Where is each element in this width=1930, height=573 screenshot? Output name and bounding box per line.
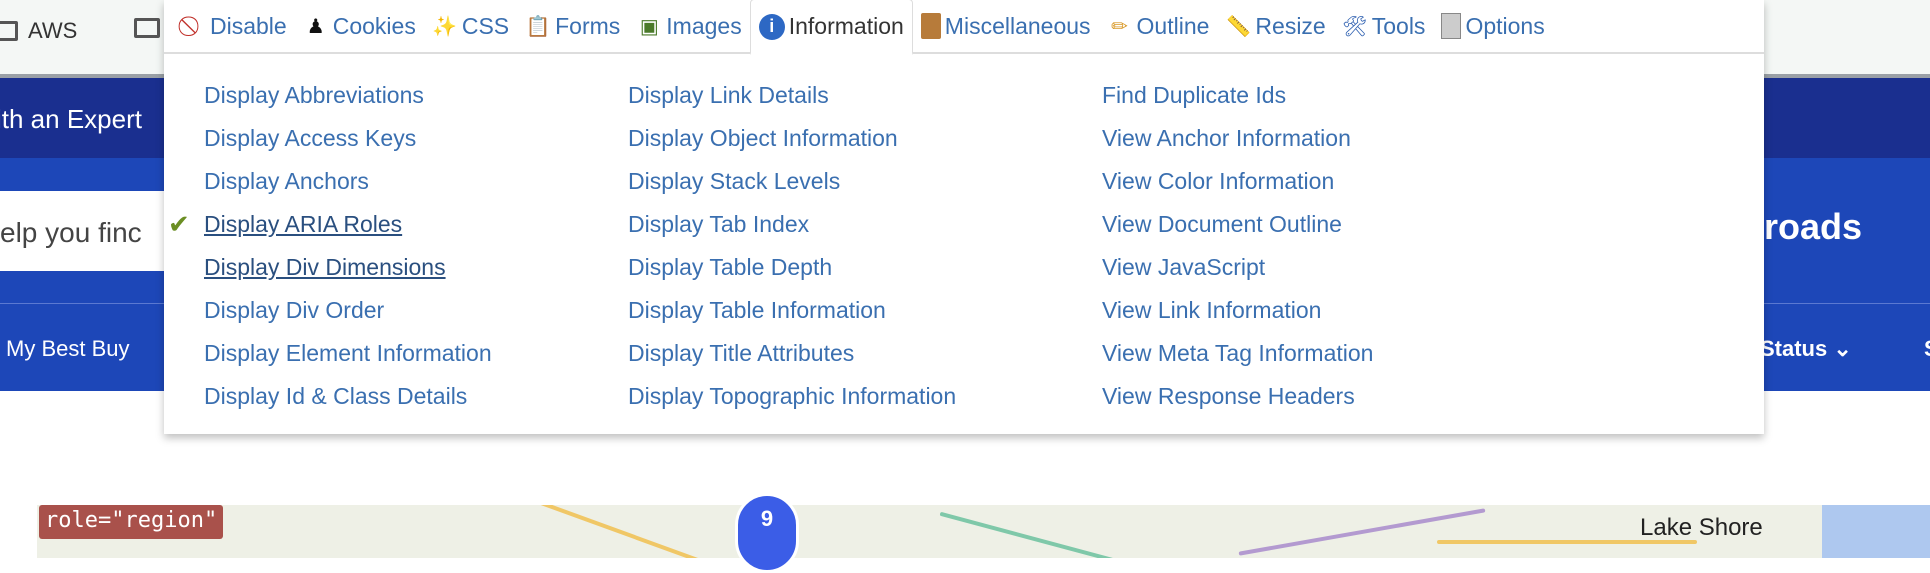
- info-icon: i: [758, 13, 785, 40]
- folder-icon: [0, 21, 18, 41]
- menu-column: Find Duplicate Ids View Anchor Informatio…: [1102, 78, 1373, 422]
- map-road: [1238, 508, 1486, 556]
- menu-item[interactable]: Display Anchors: [204, 164, 492, 207]
- tab-label: Disable: [210, 12, 287, 39]
- menu-item[interactable]: Display Abbreviations: [204, 78, 492, 121]
- menu-item[interactable]: Display Tab Index: [628, 207, 956, 250]
- menu-item[interactable]: Display Table Depth: [628, 250, 956, 293]
- image-icon: ▣: [639, 15, 659, 38]
- menu-item[interactable]: Display Element Information: [204, 336, 492, 379]
- menu-item[interactable]: Display Title Attributes: [628, 336, 956, 379]
- tab-label: Outline: [1136, 12, 1210, 39]
- map-road: [512, 505, 702, 558]
- map-road: [939, 511, 1115, 558]
- tab-css[interactable]: ✨ CSS: [424, 0, 517, 53]
- folder-icon: [134, 18, 160, 38]
- tab-label: Resize: [1255, 12, 1326, 39]
- menu-item[interactable]: Display Link Details: [628, 78, 956, 121]
- bookmark-label: AWS: [28, 18, 78, 43]
- nav-item-cut[interactable]: S: [1924, 336, 1930, 362]
- tab-label: Options: [1465, 12, 1545, 39]
- nav-my-best-buy[interactable]: My Best Buy: [6, 336, 129, 362]
- menu-item[interactable]: ✔ Display ARIA Roles: [168, 207, 492, 250]
- tab-resize[interactable]: 📏 Resize: [1217, 0, 1333, 53]
- tools-icon: 🛠: [1342, 15, 1368, 38]
- menu-item[interactable]: View Color Information: [1102, 164, 1373, 207]
- bookmark-aws[interactable]: AWS: [0, 18, 77, 44]
- menu-item[interactable]: Display Object Information: [628, 121, 956, 164]
- clipboard-icon: 📋: [525, 15, 551, 38]
- web-developer-toolbar-menu: ⃠Disable ♟ Cookies ✨CSS 📋Forms ▣ Images iI…: [164, 0, 1764, 434]
- toolbar-tabs: ⃠Disable ♟ Cookies ✨CSS 📋Forms ▣ Images iI…: [164, 0, 1764, 55]
- tab-label: Forms: [555, 12, 621, 39]
- pencil-icon: ✏: [1111, 15, 1128, 38]
- disable-icon: ⃠: [180, 13, 206, 39]
- tab-information[interactable]: i Information: [749, 0, 913, 55]
- banner-link[interactable]: ith an Expert: [0, 104, 142, 135]
- cookies-icon: ♟: [306, 15, 325, 38]
- menu-item[interactable]: View Meta Tag Information: [1102, 336, 1373, 379]
- menu-item[interactable]: Display Id & Class Details: [204, 379, 492, 422]
- tab-label: Miscellaneous: [944, 12, 1091, 39]
- menu-item[interactable]: View JavaScript: [1102, 250, 1373, 293]
- bookmark-folder[interactable]: [134, 18, 160, 38]
- tab-disable[interactable]: ⃠Disable: [172, 0, 295, 53]
- header-heading: roads: [1764, 206, 1863, 247]
- menu-column: Display Link Details Display Object Infor…: [628, 78, 956, 422]
- menu-item[interactable]: Find Duplicate Ids: [1102, 78, 1373, 121]
- css-wand-icon: ✨: [432, 15, 458, 38]
- menu-item[interactable]: View Link Information: [1102, 293, 1373, 336]
- tab-label: Images: [666, 12, 742, 39]
- tab-images[interactable]: ▣ Images: [628, 0, 749, 53]
- map-cluster-marker[interactable]: 9: [735, 493, 799, 573]
- menu-item[interactable]: Display Div Order: [204, 293, 492, 336]
- tab-outline[interactable]: ✏ Outline: [1099, 0, 1218, 53]
- tab-label: Tools: [1371, 12, 1426, 39]
- aria-role-label: role="region": [39, 505, 224, 539]
- checkmark-icon: ✔: [168, 209, 190, 239]
- map-water: [1822, 505, 1930, 558]
- tab-tools[interactable]: 🛠 Tools: [1334, 0, 1434, 53]
- menu-item[interactable]: Display Stack Levels: [628, 164, 956, 207]
- menu-item[interactable]: View Document Outline: [1102, 207, 1373, 250]
- menu-item[interactable]: View Response Headers: [1102, 379, 1373, 422]
- tab-options[interactable]: Options: [1433, 0, 1552, 53]
- menu-item[interactable]: Display Div Dimensions: [204, 250, 492, 293]
- tab-label: CSS: [461, 12, 510, 39]
- menu-item[interactable]: Display Table Information: [628, 293, 956, 336]
- search-text: elp you finc: [0, 217, 142, 248]
- menu-item[interactable]: Display Topographic Information: [628, 379, 956, 422]
- switch-icon: [1441, 13, 1462, 39]
- tab-label: Cookies: [332, 12, 416, 39]
- nav-status[interactable]: Status ⌄: [1760, 336, 1852, 362]
- tab-label: Information: [788, 13, 904, 39]
- menu-column: Display Abbreviations Display Access Keys…: [168, 78, 492, 422]
- nav-status-label: Status: [1760, 336, 1828, 361]
- map-place-label: Lake Shore: [1640, 514, 1763, 541]
- crate-icon: [920, 13, 941, 39]
- menu-item[interactable]: View Anchor Information: [1102, 121, 1373, 164]
- chevron-down-icon: ⌄: [1833, 336, 1852, 361]
- tab-cookies[interactable]: ♟ Cookies: [295, 0, 424, 53]
- tab-forms[interactable]: 📋 Forms: [517, 0, 628, 53]
- tab-miscellaneous[interactable]: Miscellaneous: [913, 0, 1099, 53]
- ruler-icon: 📏: [1225, 15, 1251, 38]
- marker-count: 9: [760, 506, 774, 531]
- menu-item[interactable]: Display Access Keys: [204, 121, 492, 164]
